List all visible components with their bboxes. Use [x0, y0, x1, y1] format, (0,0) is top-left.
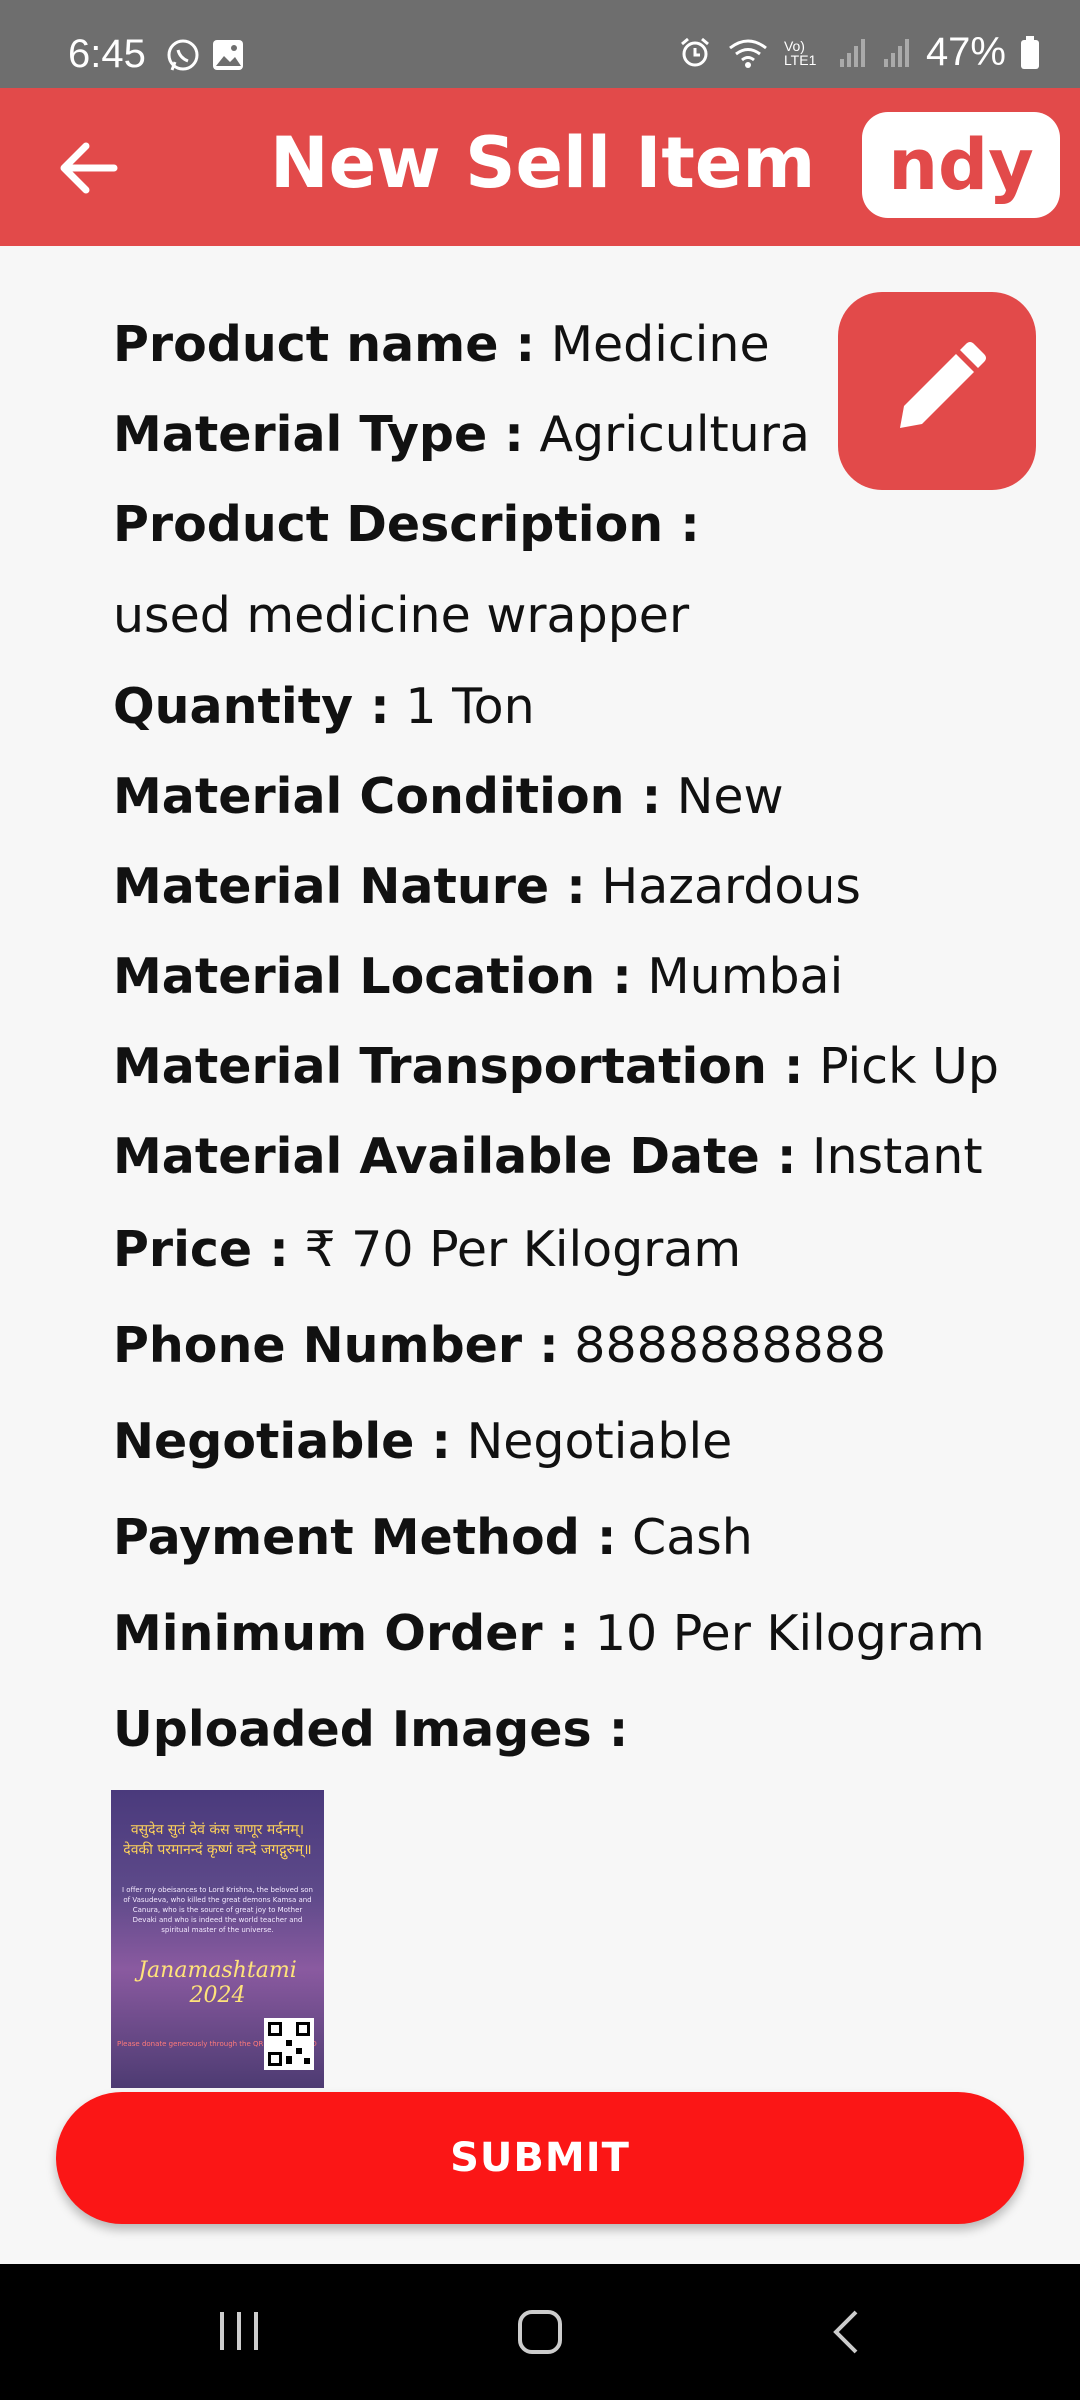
payment-method-row: Payment Method : Cash [113, 1490, 1033, 1586]
uploaded-image-thumbnail[interactable]: वसुदेव सुतं देवं कंस चाणूर मर्दनम्। देवक… [111, 1790, 324, 2088]
volte-icon: Vo) LTE1 [783, 37, 817, 68]
battery-icon [1021, 35, 1039, 69]
battery-percent: 47% [925, 30, 1006, 74]
status-right-icons: Vo) LTE1 47% [678, 30, 1040, 75]
material-transportation-row: Material Transportation : Pick Up [113, 1022, 1033, 1112]
gallery-icon [213, 40, 243, 70]
phone-number-row: Phone Number : 8888888888 [113, 1298, 1033, 1394]
uploaded-images-label: Uploaded Images : [113, 1701, 629, 1758]
material-type-label: Material Type : [113, 406, 524, 463]
material-location-row: Material Location : Mumbai [113, 932, 1033, 1022]
material-available-date-value: Instant [812, 1128, 983, 1185]
product-name-value: Medicine [550, 316, 770, 373]
back-button[interactable] [52, 128, 132, 208]
phone-number-value: 8888888888 [574, 1317, 887, 1374]
material-transportation-label: Material Transportation : [113, 1038, 804, 1095]
material-location-value: Mumbai [647, 948, 844, 1005]
submit-button[interactable]: SUBMIT [56, 2092, 1024, 2224]
material-transportation-value: Pick Up [819, 1038, 1000, 1095]
material-nature-row: Material Nature : Hazardous [113, 842, 1033, 932]
material-condition-label: Material Condition : [113, 768, 662, 825]
brand-logo: ndy [862, 112, 1060, 218]
status-left-icons [165, 38, 245, 74]
whatsapp-icon [167, 39, 199, 71]
product-details: Product name : Medicine Material Type : … [113, 300, 1033, 1778]
material-nature-label: Material Nature : [113, 858, 586, 915]
home-icon[interactable] [516, 2308, 564, 2356]
material-condition-row: Material Condition : New [113, 752, 1033, 842]
page-title: New Sell Item [270, 122, 816, 204]
material-available-date-row: Material Available Date : Instant [113, 1112, 1033, 1202]
signal-icon [883, 38, 909, 67]
quantity-row: Quantity : 1 Ton [113, 662, 1033, 752]
material-type-value: Agricultura [539, 406, 810, 463]
status-time: 6:45 [68, 32, 146, 76]
minimum-order-label: Minimum Order : [113, 1605, 580, 1662]
qr-code-icon [264, 2018, 314, 2070]
negotiable-value: Negotiable [466, 1413, 733, 1470]
product-name-row: Product name : Medicine [113, 300, 1033, 390]
navigation-bar [0, 2264, 1080, 2400]
back-icon[interactable] [826, 2308, 866, 2356]
thumbnail-heading: वसुदेव सुतं देवं कंस चाणूर मर्दनम्। देवक… [123, 1822, 312, 1858]
app-bar: New Sell Item ndy [0, 88, 1080, 246]
price-label: Price : [113, 1221, 289, 1278]
price-value: ₹ 70 Per Kilogram [304, 1221, 742, 1278]
phone-number-label: Phone Number : [113, 1317, 559, 1374]
material-available-date-label: Material Available Date : [113, 1128, 797, 1185]
material-location-label: Material Location : [113, 948, 632, 1005]
quantity-label: Quantity : [113, 678, 390, 735]
quantity-value: 1 Ton [405, 678, 535, 735]
material-nature-value: Hazardous [601, 858, 861, 915]
product-description-value: used medicine wrapper [113, 587, 690, 644]
alarm-icon [680, 37, 709, 66]
price-row: Price : ₹ 70 Per Kilogram [113, 1202, 1033, 1298]
product-description-row: Product Description : [113, 480, 1033, 570]
recent-apps-icon[interactable] [216, 2308, 262, 2354]
arrow-left-icon [60, 142, 118, 194]
status-bar: 6:45 Vo) LTE1 47% [0, 0, 1080, 88]
thumbnail-title: Janamashtami 2024 [138, 1958, 297, 2008]
material-type-row: Material Type : Agricultura [113, 390, 1033, 480]
payment-method-value: Cash [632, 1509, 753, 1566]
minimum-order-value: 10 Per Kilogram [594, 1605, 985, 1662]
minimum-order-row: Minimum Order : 10 Per Kilogram [113, 1586, 1033, 1682]
wifi-icon [729, 39, 767, 68]
signal-icon [839, 38, 865, 67]
product-name-label: Product name : [113, 316, 536, 373]
material-condition-value: New [676, 768, 784, 825]
thumbnail-body: I offer my obeisances to Lord Krishna, t… [122, 1886, 313, 1934]
uploaded-images-row: Uploaded Images : [113, 1682, 1033, 1778]
negotiable-label: Negotiable : [113, 1413, 452, 1470]
product-description-label: Product Description : [113, 496, 700, 553]
negotiable-row: Negotiable : Negotiable [113, 1394, 1033, 1490]
payment-method-label: Payment Method : [113, 1509, 617, 1566]
